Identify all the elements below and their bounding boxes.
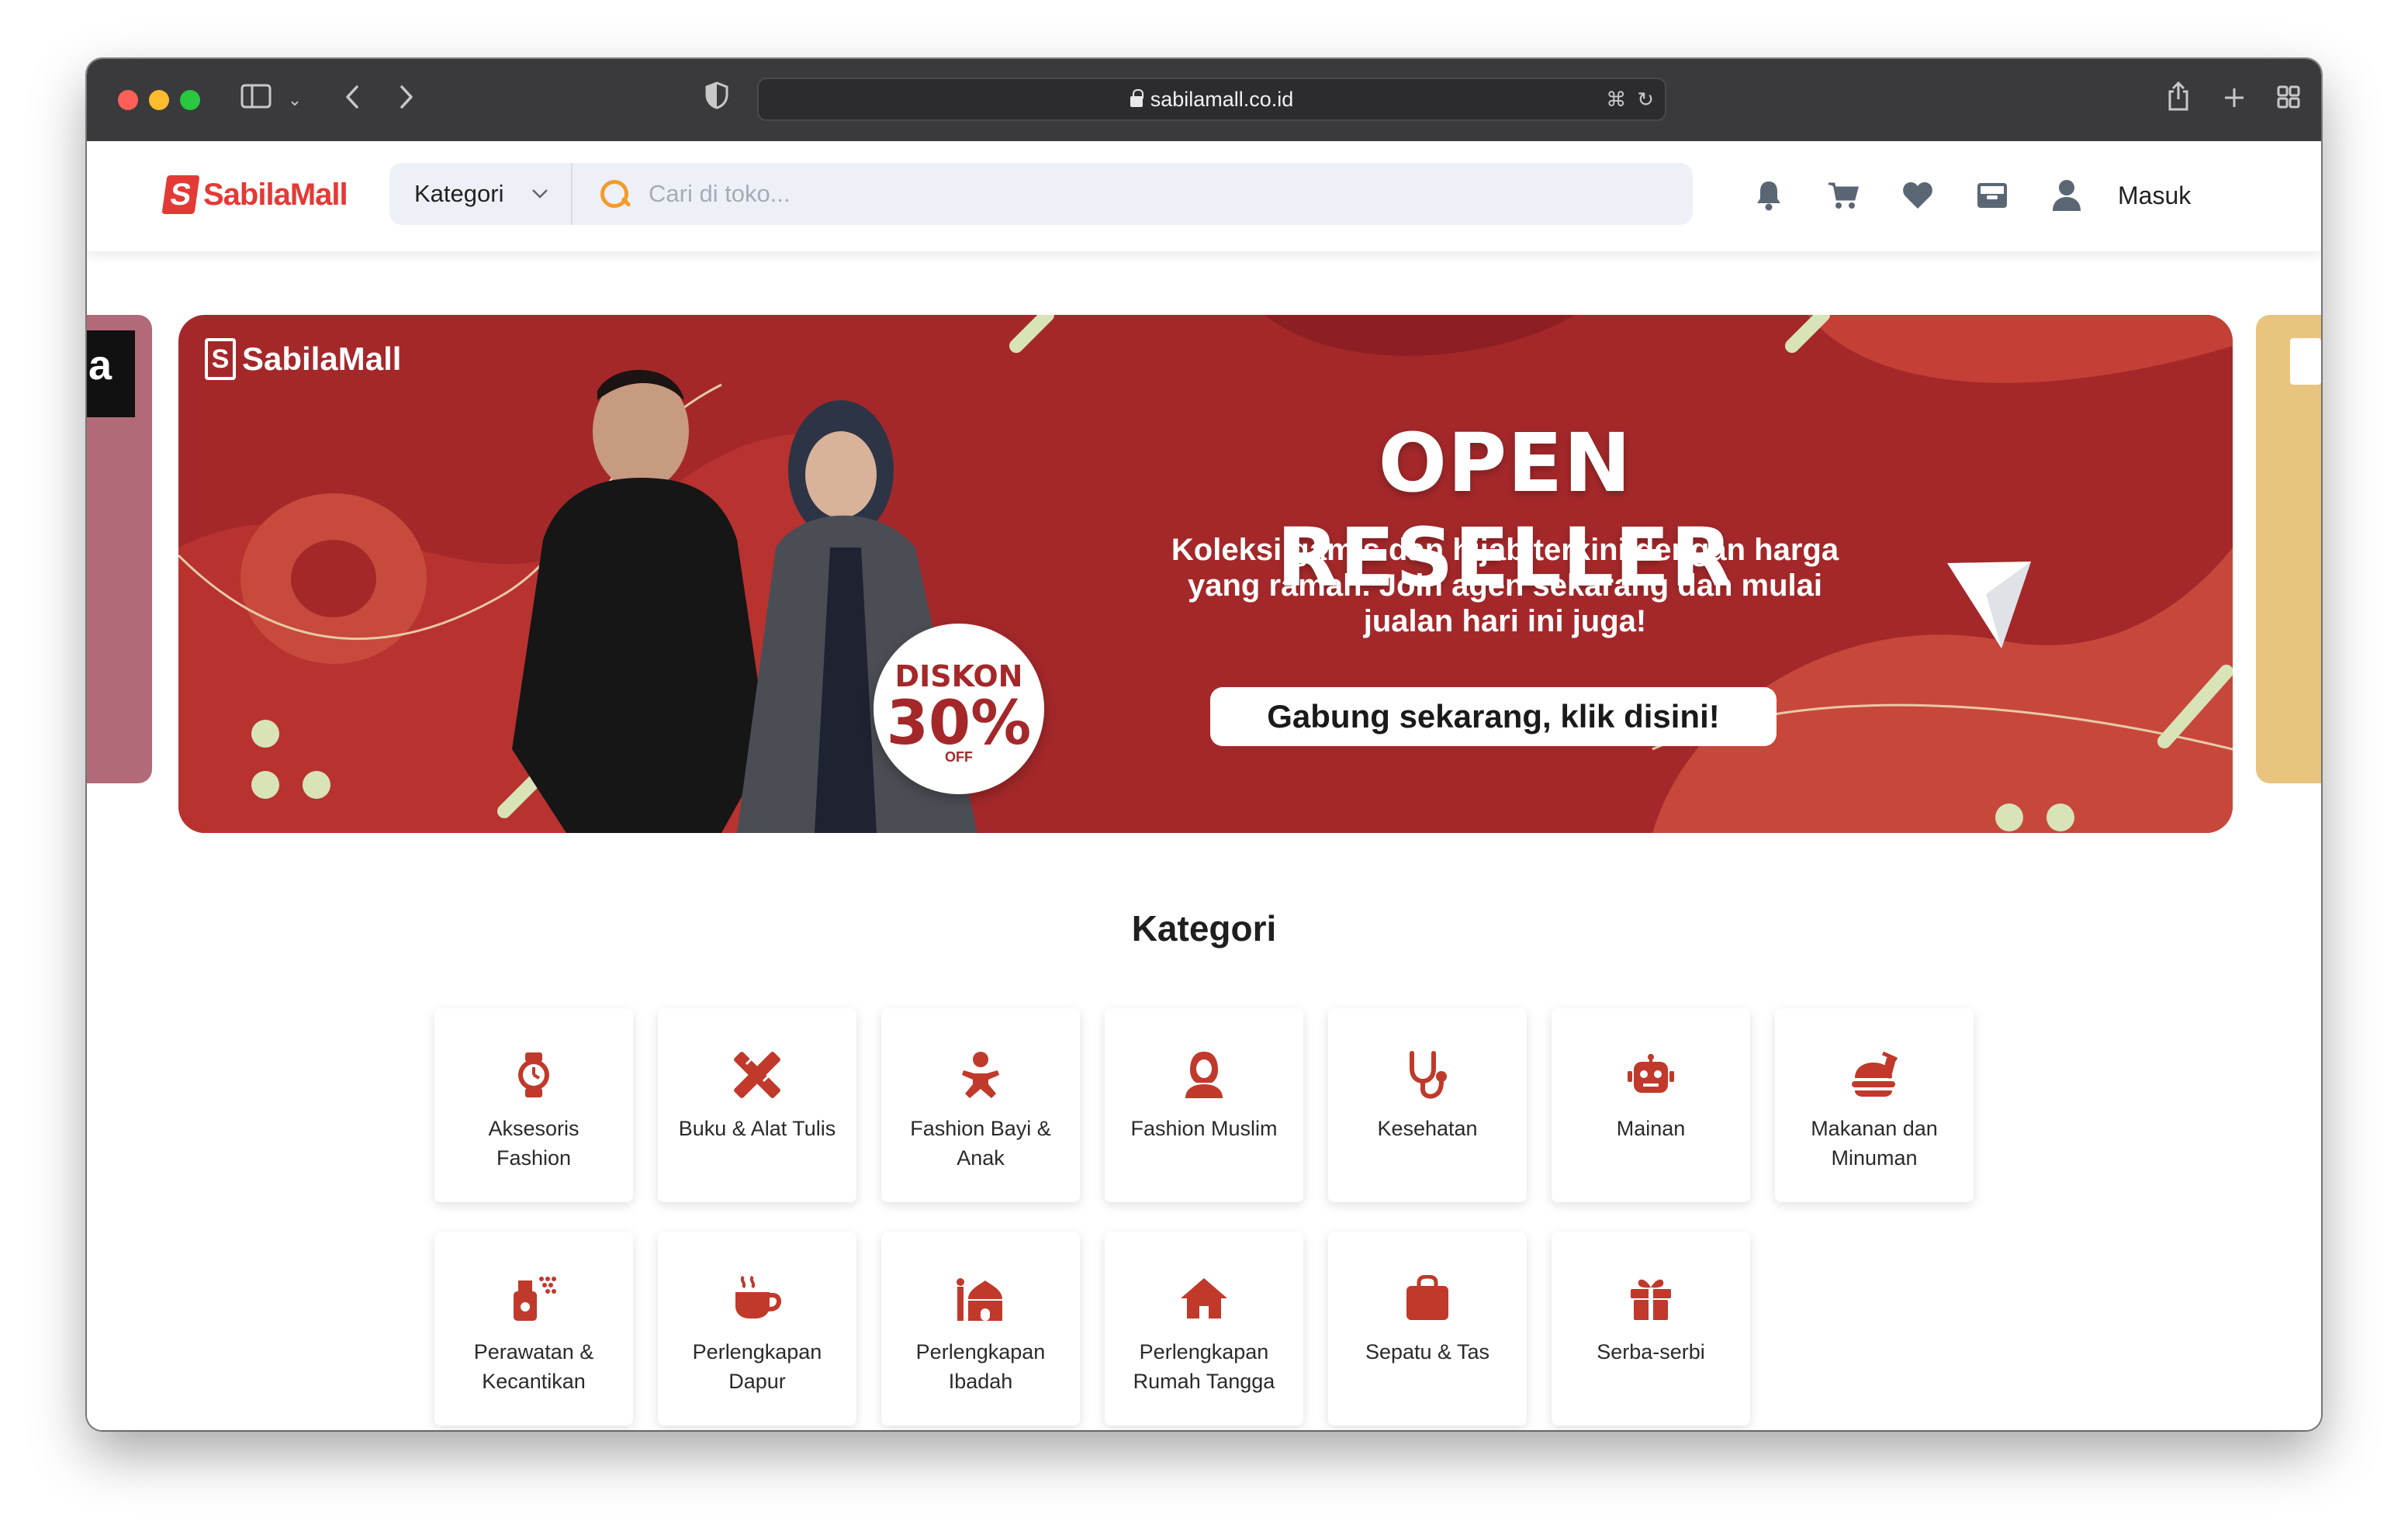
category-grid: Aksesoris Fashion Buku & Alat Tulis Fash… bbox=[434, 1008, 2009, 1426]
chevron-down-icon[interactable]: ⌄ bbox=[285, 81, 304, 119]
forward-button[interactable] bbox=[391, 81, 422, 119]
search-bar: Kategori bbox=[389, 163, 1693, 225]
category-card-fashion-muslim[interactable]: Fashion Muslim bbox=[1105, 1008, 1303, 1202]
hijab-icon bbox=[1179, 1050, 1229, 1100]
hero-banner[interactable]: S SabilaMall OPEN RESELLER Koleksi gamis… bbox=[178, 315, 2233, 833]
category-label: Fashion Muslim bbox=[1130, 1117, 1278, 1140]
site-header: S SabilaMall Kategori Cari di toko... Ma… bbox=[87, 141, 2321, 251]
search-icon[interactable] bbox=[599, 178, 630, 209]
notification-bell-icon[interactable] bbox=[1732, 172, 1806, 219]
back-button[interactable] bbox=[337, 81, 368, 119]
url-text: sabilamall.co.id bbox=[1150, 88, 1294, 111]
join-now-button[interactable]: Gabung sekarang, klik disini! bbox=[1210, 687, 1777, 746]
category-label: Makanan dan Minuman bbox=[1811, 1117, 1938, 1170]
logo-text: SabilaMall bbox=[203, 177, 348, 212]
chevron-down-icon bbox=[531, 184, 548, 204]
category-label: Fashion Bayi & Anak bbox=[910, 1117, 1051, 1170]
food-icon bbox=[1849, 1050, 1899, 1100]
logo-mark-icon: S bbox=[161, 175, 200, 214]
category-card-sepatu-tas[interactable]: Sepatu & Tas bbox=[1328, 1232, 1527, 1426]
bag-icon bbox=[1403, 1274, 1452, 1323]
mosque-icon bbox=[956, 1274, 1005, 1323]
category-label: Kesehatan bbox=[1377, 1117, 1478, 1140]
header-actions: Masuk bbox=[1732, 172, 2191, 219]
category-card-perlengkapan-dapur[interactable]: Perlengkapan Dapur bbox=[658, 1232, 856, 1426]
home-icon bbox=[1179, 1274, 1229, 1323]
prev-slide-logo: a bbox=[87, 330, 135, 417]
category-card-aksesoris-fashion[interactable]: Aksesoris Fashion bbox=[434, 1008, 633, 1202]
category-card-serba-serbi[interactable]: Serba-serbi bbox=[1552, 1232, 1750, 1426]
category-card-makanan-minuman[interactable]: Makanan dan Minuman bbox=[1775, 1008, 1974, 1202]
category-card-buku-alat-tulis[interactable]: Buku & Alat Tulis bbox=[658, 1008, 856, 1202]
carousel-next-slide[interactable] bbox=[2256, 315, 2321, 783]
carousel-prev-slide[interactable]: a bbox=[87, 315, 152, 783]
login-link[interactable]: Masuk bbox=[2118, 181, 2191, 210]
discount-value: 30% bbox=[886, 689, 1032, 759]
banner-subtext: Koleksi gamis dan hijab terkini dengan h… bbox=[1171, 533, 1839, 638]
stethoscope-icon bbox=[1403, 1050, 1452, 1100]
category-label: Perlengkapan Ibadah bbox=[915, 1340, 1046, 1393]
category-label: Serba-serbi bbox=[1597, 1340, 1705, 1363]
category-section-title: Kategori bbox=[1131, 908, 1277, 949]
user-avatar-icon[interactable] bbox=[2029, 172, 2104, 219]
reload-icon[interactable]: ↻ bbox=[1637, 88, 1654, 111]
next-slide-logo bbox=[2290, 338, 2321, 385]
category-card-kesehatan[interactable]: Kesehatan bbox=[1328, 1008, 1527, 1202]
category-label: Perawatan & Kecantikan bbox=[473, 1340, 594, 1393]
inbox-icon[interactable] bbox=[1955, 172, 2029, 219]
category-dropdown[interactable]: Kategori bbox=[389, 163, 573, 225]
category-label: Perlengkapan Dapur bbox=[692, 1340, 822, 1393]
new-tab-icon[interactable] bbox=[2219, 81, 2250, 119]
pencil-ruler-icon bbox=[732, 1050, 782, 1100]
minimize-window-button[interactable] bbox=[149, 90, 169, 110]
gift-icon bbox=[1626, 1274, 1676, 1323]
category-card-fashion-bayi-anak[interactable]: Fashion Bayi & Anak bbox=[881, 1008, 1080, 1202]
category-label: Mainan bbox=[1616, 1117, 1686, 1140]
close-window-button[interactable] bbox=[118, 90, 138, 110]
category-card-mainan[interactable]: Mainan bbox=[1552, 1008, 1750, 1202]
category-card-perlengkapan-rumah-tangga[interactable]: Perlengkapan Rumah Tangga bbox=[1105, 1232, 1303, 1426]
mug-icon bbox=[732, 1274, 782, 1323]
site-logo[interactable]: S SabilaMall bbox=[161, 171, 348, 219]
browser-window: ⌄ sabilamall.co.id ⌘ ↻ S SabilaMall Kate… bbox=[87, 59, 2321, 1430]
watch-icon bbox=[509, 1050, 559, 1100]
category-label: Perlengkapan Rumah Tangga bbox=[1133, 1340, 1275, 1393]
wishlist-heart-icon[interactable] bbox=[1880, 172, 1955, 219]
category-label: Buku & Alat Tulis bbox=[678, 1117, 836, 1140]
search-input[interactable] bbox=[649, 180, 1642, 208]
address-bar[interactable]: sabilamall.co.id ⌘ ↻ bbox=[757, 78, 1666, 121]
page-content: S SabilaMall Kategori Cari di toko... Ma… bbox=[87, 141, 2321, 1430]
tab-overview-icon[interactable] bbox=[2273, 81, 2304, 119]
banner-logo-mark-icon: S bbox=[205, 338, 236, 380]
discount-badge: DISKON 30% OFF bbox=[874, 624, 1044, 794]
sidebar-toggle-icon[interactable] bbox=[239, 81, 273, 119]
robot-icon bbox=[1626, 1050, 1676, 1100]
browser-titlebar: ⌄ sabilamall.co.id ⌘ ↻ bbox=[87, 59, 2321, 141]
category-label: Aksesoris Fashion bbox=[488, 1117, 580, 1170]
banner-logo-text: SabilaMall bbox=[242, 340, 402, 377]
category-card-perlengkapan-ibadah[interactable]: Perlengkapan Ibadah bbox=[881, 1232, 1080, 1426]
banner-logo: S SabilaMall bbox=[205, 338, 401, 380]
translate-icon[interactable]: ⌘ bbox=[1606, 88, 1626, 111]
baby-icon bbox=[956, 1050, 1005, 1100]
shield-icon[interactable] bbox=[701, 81, 732, 119]
category-card-perawatan-kecantikan[interactable]: Perawatan & Kecantikan bbox=[434, 1232, 633, 1426]
maximize-window-button[interactable] bbox=[180, 90, 200, 110]
spray-bottle-icon bbox=[509, 1274, 559, 1323]
share-icon[interactable] bbox=[2163, 81, 2194, 119]
category-label: Sepatu & Tas bbox=[1365, 1340, 1490, 1363]
lock-icon bbox=[1130, 89, 1143, 107]
cart-icon[interactable] bbox=[1806, 172, 1880, 219]
category-dropdown-label: Kategori bbox=[414, 180, 504, 207]
